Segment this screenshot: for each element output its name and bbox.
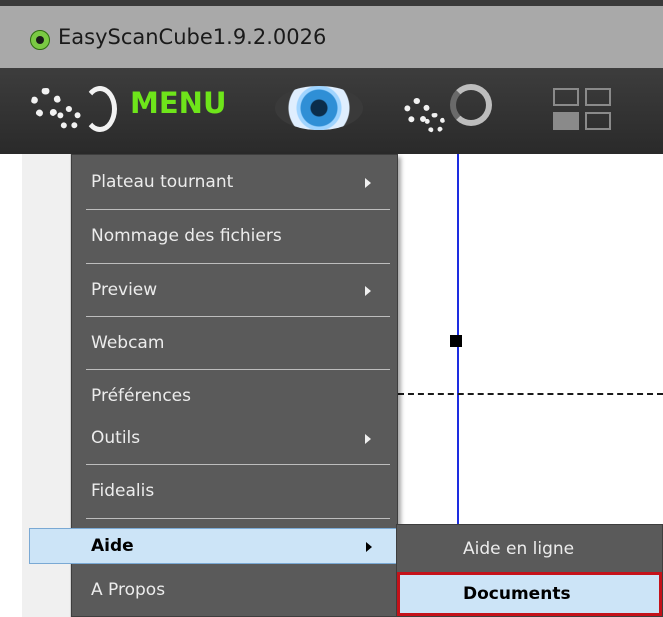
menu-item-nommage-des-fichiers[interactable]: Nommage des fichiers — [72, 219, 397, 255]
main-menu-dropdown: Plateau tournant Nommage des fichiers Pr… — [29, 154, 399, 617]
progress-ring-icon — [450, 84, 492, 126]
menu-item-preview[interactable]: Preview — [72, 273, 397, 309]
menu-item-label: Nommage des fichiers — [91, 226, 282, 246]
gear-icon — [425, 113, 445, 133]
menu-separator — [86, 263, 390, 264]
menu-separator — [86, 464, 390, 465]
title-bar: EasyScanCube1.9.2.0026 — [0, 0, 663, 68]
submenu-item-label: Documents — [463, 584, 571, 604]
menu-item-label: Outils — [91, 428, 141, 448]
refresh-arrow-icon — [83, 86, 117, 132]
aide-submenu: Aide en ligne Documents — [396, 524, 663, 617]
menu-button[interactable]: MENU — [130, 86, 227, 120]
submenu-item-aide-en-ligne[interactable]: Aide en ligne — [397, 532, 662, 568]
horizontal-guide-line[interactable] — [398, 393, 663, 395]
menu-item-webcam[interactable]: Webcam — [72, 326, 397, 362]
submenu-arrow-icon — [366, 542, 372, 552]
menu-item-fidealis[interactable]: Fidealis — [72, 474, 397, 510]
menu-item-outils[interactable]: Outils — [72, 421, 397, 457]
menu-item-label: Fidealis — [91, 481, 155, 501]
menu-separator — [86, 518, 390, 519]
menu-item-preferences[interactable]: Préférences — [72, 379, 397, 415]
menu-item-label: Webcam — [91, 333, 165, 353]
submenu-item-label: Aide en ligne — [463, 539, 575, 559]
gear-icon — [31, 88, 61, 118]
submenu-item-documents[interactable]: Documents — [397, 572, 662, 616]
main-toolbar: MENU — [0, 68, 663, 154]
app-logo-icon — [30, 30, 50, 50]
guide-marker-handle[interactable] — [450, 335, 462, 347]
menu-separator — [86, 316, 390, 317]
menu-item-label: Préférences — [91, 386, 191, 406]
submenu-arrow-icon — [365, 434, 371, 444]
submenu-arrow-icon — [365, 178, 371, 188]
window-title: EasyScanCube1.9.2.0026 — [58, 25, 327, 49]
submenu-arrow-icon — [365, 286, 371, 296]
menu-item-label: Preview — [91, 280, 158, 300]
menu-item-plateau-tournant[interactable]: Plateau tournant — [72, 165, 397, 201]
menu-item-label: Plateau tournant — [91, 172, 234, 192]
menu-item-label: Aide — [91, 536, 134, 556]
eye-icon[interactable] — [275, 86, 363, 130]
menu-item-label: A Propos — [91, 580, 166, 600]
layout-grid-icon[interactable] — [553, 88, 619, 138]
menu-separator — [86, 369, 390, 370]
gear-icon — [57, 106, 81, 130]
menu-item-aide[interactable]: Aide — [29, 528, 399, 564]
menu-separator — [86, 209, 390, 210]
menu-item-a-propos[interactable]: A Propos — [72, 573, 397, 609]
